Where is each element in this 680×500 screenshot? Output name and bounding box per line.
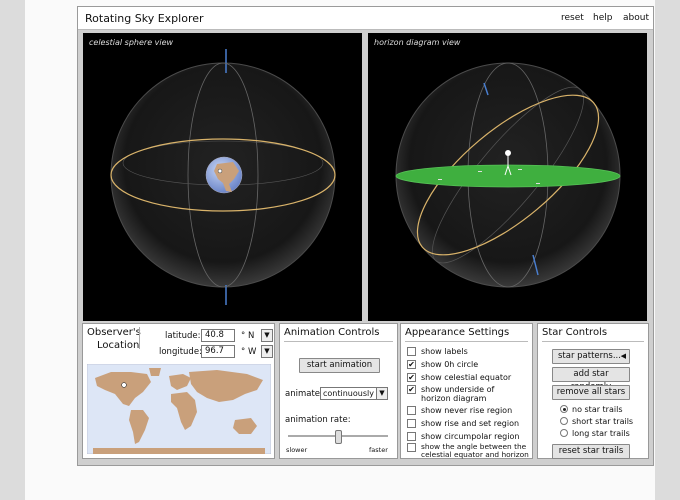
app-title: Rotating Sky Explorer	[85, 12, 204, 25]
appearance-settings-panel: Appearance Settings show labels ✔ show 0…	[400, 323, 533, 459]
horizon-diagram-drawing	[395, 62, 621, 288]
trail-option-long[interactable]: long star trails	[560, 429, 646, 438]
radio-button[interactable]	[560, 417, 568, 425]
option-label: show circumpolar region	[421, 432, 520, 441]
star-patterns-button[interactable]: star patterns... ◀	[552, 349, 630, 364]
observer-location-panel: Observer's Location latitude: 40.8 ° N ▼…	[82, 323, 275, 459]
horizon-view-label: horizon diagram view	[374, 38, 461, 47]
checkbox[interactable]	[407, 347, 416, 356]
panel-title-divider	[542, 341, 644, 342]
option-label: show underside of horizon diagram	[421, 385, 495, 403]
latitude-input[interactable]: 40.8	[201, 329, 235, 342]
add-star-randomly-button[interactable]: add star randomly	[552, 367, 630, 392]
trail-option-label: no star trails	[572, 405, 623, 414]
animate-select[interactable]: continuously ▼	[320, 387, 388, 400]
animate-label: animate	[285, 389, 321, 399]
horizon-plane	[395, 164, 621, 188]
radio-button[interactable]	[560, 405, 568, 413]
chevron-down-icon: ▼	[376, 388, 387, 399]
option-label: show never rise region	[421, 406, 513, 415]
longitude-label: longitude:	[159, 347, 202, 357]
longitude-unit: ° W	[241, 347, 257, 357]
title-divider	[139, 327, 140, 349]
option-label: show labels	[421, 347, 468, 356]
panel-title-divider	[284, 341, 393, 342]
about-link[interactable]: about	[623, 13, 649, 23]
latitude-dropdown[interactable]: ▼	[261, 329, 273, 342]
title-bar: Rotating Sky Explorer reset help about	[78, 7, 653, 30]
animation-controls-panel: Animation Controls start animation anima…	[279, 323, 398, 459]
trail-option-label: long star trails	[572, 429, 630, 438]
star-controls-panel: Star Controls star patterns... ◀ add sta…	[537, 323, 649, 459]
radio-button[interactable]	[560, 429, 568, 437]
latitude-label: latitude:	[165, 331, 201, 341]
option-label: show the angle between the celestial equ…	[421, 442, 529, 459]
observer-location-marker[interactable]	[121, 382, 127, 388]
celestial-view-label: celestial sphere view	[89, 38, 174, 47]
panel-title-divider	[405, 341, 528, 342]
reset-link[interactable]: reset	[561, 13, 584, 23]
latitude-unit: ° N	[241, 331, 255, 341]
checkbox[interactable]	[407, 432, 416, 441]
start-animation-button[interactable]: start animation	[299, 358, 380, 373]
help-link[interactable]: help	[593, 13, 612, 23]
world-map[interactable]	[87, 364, 271, 454]
animation-rate-label: animation rate:	[285, 415, 351, 425]
remove-all-stars-button[interactable]: remove all stars	[552, 385, 630, 400]
checkbox[interactable]: ✔	[407, 385, 416, 394]
simulator-window: Rotating Sky Explorer reset help about c…	[77, 6, 654, 466]
trail-option-label: short star trails	[572, 417, 634, 426]
option-label: show rise and set region	[421, 419, 520, 428]
horizon-diagram-view[interactable]: horizon diagram view	[368, 33, 647, 321]
checkbox[interactable]: ✔	[407, 360, 416, 369]
trail-option-none[interactable]: no star trails	[560, 405, 646, 414]
appearance-settings-title: Appearance Settings	[405, 327, 510, 338]
observer-title-line2: Location	[97, 340, 140, 351]
option-label: show 0h circle	[421, 360, 479, 369]
checkbox[interactable]	[407, 419, 416, 428]
trail-option-short[interactable]: short star trails	[560, 417, 646, 426]
faster-label: faster	[369, 446, 388, 454]
checkbox[interactable]: ✔	[407, 373, 416, 382]
reset-star-trails-button[interactable]: reset star trails	[552, 444, 630, 459]
slower-label: slower	[286, 446, 308, 454]
checkbox[interactable]	[407, 406, 416, 415]
animate-select-value: continuously	[323, 389, 374, 398]
star-controls-title: Star Controls	[542, 327, 608, 338]
observer-marker	[217, 168, 223, 174]
slider-thumb[interactable]	[335, 430, 342, 444]
animation-controls-title: Animation Controls	[284, 327, 380, 338]
chevron-left-icon: ◀	[620, 352, 626, 360]
chevron-down-icon: ▼	[264, 347, 270, 355]
antarctica	[93, 448, 265, 454]
celestial-sphere-view[interactable]: celestial sphere view	[83, 33, 362, 321]
chevron-down-icon: ▼	[264, 331, 270, 339]
observer-title-line1: Observer's	[87, 327, 141, 338]
longitude-dropdown[interactable]: ▼	[261, 345, 273, 358]
checkbox[interactable]	[407, 443, 416, 452]
option-label: show celestial equator	[421, 373, 512, 382]
celestial-sphere-drawing	[110, 49, 336, 305]
longitude-input[interactable]: 96.7	[201, 345, 235, 358]
animation-rate-slider[interactable]	[288, 430, 388, 444]
star-patterns-label: star patterns...	[558, 351, 621, 361]
page-background: Rotating Sky Explorer reset help about c…	[25, 0, 655, 500]
greenland	[149, 368, 161, 376]
